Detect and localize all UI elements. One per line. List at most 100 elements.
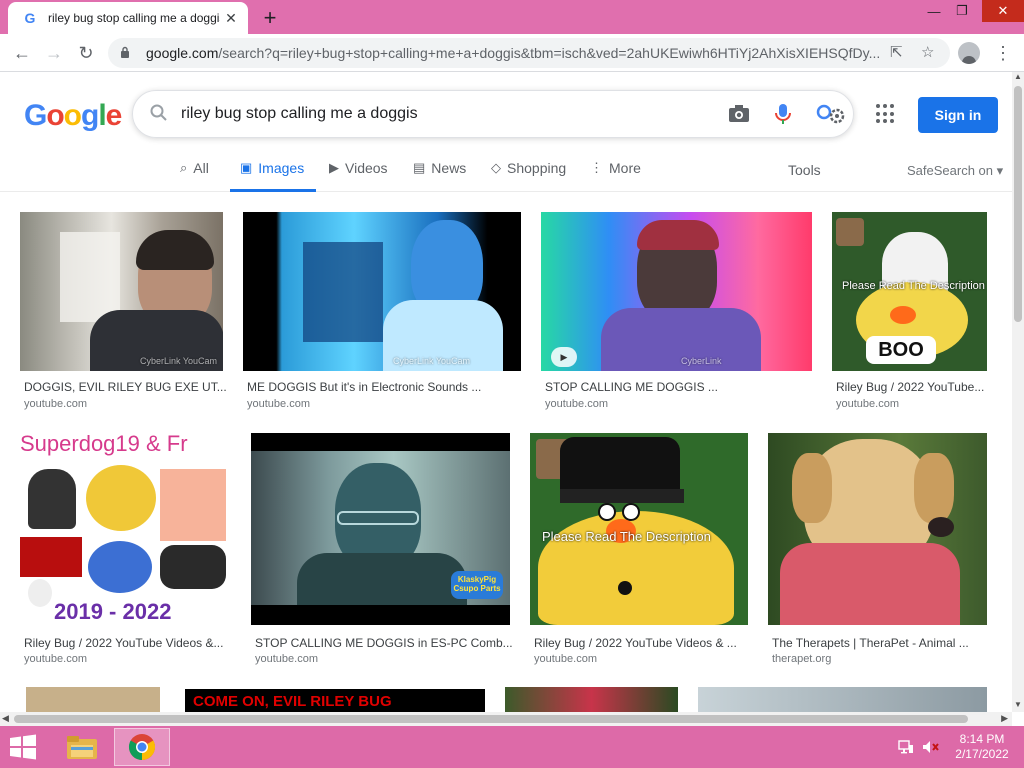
tab-title: riley bug stop calling me a doggis - Goo…	[48, 11, 220, 25]
tab-close-icon[interactable]: ✕	[222, 9, 240, 27]
browser-tab[interactable]: G riley bug stop calling me a doggis - G…	[8, 2, 248, 34]
result-source[interactable]: youtube.com	[247, 398, 310, 410]
result-title[interactable]: STOP CALLING ME DOGGIS in ES-PC Comb...	[255, 636, 513, 650]
browser-toolbar: ← → ↻ google.com/search?q=riley+bug+stop…	[0, 34, 1024, 72]
address-bar[interactable]: google.com/search?q=riley+bug+stop+calli…	[108, 38, 950, 68]
browser-tab-strip: G riley bug stop calling me a doggis - G…	[0, 0, 1024, 34]
close-window-button[interactable]: ✕	[982, 0, 1024, 22]
play-icon: ▶	[329, 160, 339, 175]
network-icon[interactable]	[898, 740, 914, 754]
tab-all[interactable]: ⌕ All	[180, 160, 209, 192]
horizontal-scrollbar[interactable]: ◀ ▶	[0, 712, 1012, 726]
windows-taskbar: 8:14 PM 2/17/2022	[0, 726, 1024, 768]
result-thumbnail[interactable]: CyberLink YouCam	[243, 212, 521, 371]
result-thumbnail[interactable]: KlaskyPig Csupo Parts	[251, 433, 510, 625]
bookmark-star-icon[interactable]: ☆	[921, 43, 934, 61]
image-result[interactable]: BOO Please Read The Description Riley Bu…	[832, 212, 988, 412]
microphone-icon[interactable]	[773, 102, 793, 126]
result-title[interactable]: Riley Bug / 2022 YouTube...	[836, 380, 984, 394]
windows-start-icon[interactable]	[8, 734, 38, 760]
browser-menu-icon[interactable]: ⋮	[992, 40, 1014, 66]
image-result[interactable]: KlaskyPig Csupo Parts STOP CALLING ME DO…	[251, 433, 513, 667]
more-vert-icon: ⋮	[590, 160, 603, 175]
system-clock[interactable]: 8:14 PM 2/17/2022	[950, 732, 1014, 762]
safesearch-toggle[interactable]: SafeSearch on ▾	[907, 163, 1003, 179]
result-source[interactable]: youtube.com	[24, 398, 87, 410]
result-source[interactable]: therapet.org	[772, 653, 831, 665]
video-play-icon: ▶	[551, 347, 577, 367]
result-thumbnail[interactable]: CyberLink YouCam	[20, 212, 223, 371]
result-title[interactable]: The Therapets | TheraPet - Animal ...	[772, 636, 969, 650]
scrollbar-thumb[interactable]	[14, 715, 968, 723]
result-title[interactable]: Riley Bug / 2022 YouTube Videos &...	[24, 636, 223, 650]
lens-settings-icon[interactable]	[813, 101, 847, 127]
result-title[interactable]: STOP CALLING ME DOGGIS ...	[545, 380, 718, 394]
result-thumbnail[interactable]	[768, 433, 987, 625]
search-icon	[150, 104, 167, 121]
tag-icon: ◇	[491, 160, 501, 175]
tab-shopping[interactable]: ◇ Shopping	[491, 160, 566, 192]
image-icon: ▣	[240, 160, 253, 175]
result-source[interactable]: youtube.com	[545, 398, 608, 410]
result-thumbnail[interactable]: BOO Please Read The Description	[832, 212, 987, 371]
scrollbar-thumb[interactable]	[1014, 86, 1022, 322]
chrome-taskbar-button[interactable]	[114, 728, 170, 766]
google-images-page: Google Sign in ⌕All ▣Images ▶Videos ▤New…	[0, 72, 1012, 712]
volume-muted-icon[interactable]	[922, 740, 940, 754]
result-source[interactable]: youtube.com	[836, 398, 899, 410]
collage-years: 2019 - 2022	[54, 599, 172, 624]
collage-title: Superdog19 & Fr	[20, 433, 188, 456]
new-tab-button[interactable]: +	[258, 5, 282, 30]
result-source[interactable]: youtube.com	[534, 653, 597, 665]
search-tabs: ⌕ All ▣ Images ▶ Videos ▤ News ◇ Shopping ⋮ Mo…	[0, 152, 1012, 192]
image-result[interactable]: The Therapets | TheraPet - Animal ... th…	[768, 433, 988, 667]
url-text: google.com/search?q=riley+bug+stop+calli…	[146, 45, 881, 61]
image-result[interactable]: CyberLink YouCam ME DOGGIS But it's in E…	[243, 212, 521, 412]
image-result[interactable]: Superdog19 & Fr 2019 - 2022 Riley Bug / …	[20, 433, 232, 667]
sign-in-button[interactable]: Sign in	[918, 97, 998, 133]
scroll-right-icon[interactable]: ▶	[1001, 713, 1008, 724]
scroll-down-icon[interactable]: ▼	[1012, 700, 1024, 712]
tab-more[interactable]: ⋮ More	[590, 160, 641, 192]
tab-news[interactable]: ▤ News	[413, 160, 466, 192]
file-explorer-taskbar-button[interactable]	[54, 728, 110, 766]
image-result[interactable]	[698, 687, 987, 712]
scroll-left-icon[interactable]: ◀	[2, 713, 9, 724]
search-input[interactable]	[181, 101, 721, 127]
result-thumbnail[interactable]: Please Read The Description	[530, 433, 748, 625]
lock-icon	[120, 46, 134, 61]
vertical-scrollbar[interactable]: ▲ ▼	[1012, 72, 1024, 712]
search-icon: ⌕	[180, 160, 188, 175]
image-result[interactable]	[505, 687, 678, 712]
clock-date: 2/17/2022	[955, 747, 1009, 761]
share-icon[interactable]: ⇱	[890, 43, 903, 61]
result-title[interactable]: DOGGIS, EVIL RILEY BUG EXE UT...	[24, 380, 227, 394]
image-result[interactable]: Please Read The Description Riley Bug / …	[530, 433, 749, 667]
news-icon: ▤	[413, 160, 426, 175]
google-apps-icon[interactable]	[876, 104, 896, 124]
restore-button[interactable]: ❐	[944, 0, 980, 22]
boo-badge: BOO	[866, 336, 936, 364]
result-title[interactable]: ME DOGGIS But it's in Electronic Sounds …	[247, 380, 481, 394]
tab-images[interactable]: ▣ Images	[230, 160, 316, 192]
image-result[interactable]	[26, 687, 160, 712]
result-thumbnail[interactable]: ▶ CyberLink	[541, 212, 812, 371]
back-button[interactable]: ←	[8, 39, 36, 67]
result-source[interactable]: youtube.com	[24, 653, 87, 665]
camera-search-icon[interactable]	[727, 103, 751, 125]
result-source[interactable]: youtube.com	[255, 653, 318, 665]
result-thumbnail[interactable]: Superdog19 & Fr 2019 - 2022	[20, 433, 231, 625]
scroll-up-icon[interactable]: ▲	[1012, 72, 1024, 84]
search-box	[132, 90, 854, 138]
profile-avatar-icon[interactable]	[958, 42, 980, 64]
tab-videos[interactable]: ▶ Videos	[329, 160, 388, 192]
image-result[interactable]: COME ON, EVIL RILEY BUG	[185, 689, 485, 712]
forward-button[interactable]: →	[40, 39, 68, 67]
reload-button[interactable]: ↻	[72, 39, 100, 67]
google-doodle-logo[interactable]: Google	[24, 98, 122, 134]
result-title[interactable]: Riley Bug / 2022 YouTube Videos & ...	[534, 636, 737, 650]
image-result[interactable]: ▶ CyberLink STOP CALLING ME DOGGIS ... y…	[541, 212, 813, 412]
tools-button[interactable]: Tools	[788, 162, 821, 178]
image-result[interactable]: CyberLink YouCam DOGGIS, EVIL RILEY BUG …	[20, 212, 227, 412]
result-banner-text: COME ON, EVIL RILEY BUG	[193, 693, 392, 710]
